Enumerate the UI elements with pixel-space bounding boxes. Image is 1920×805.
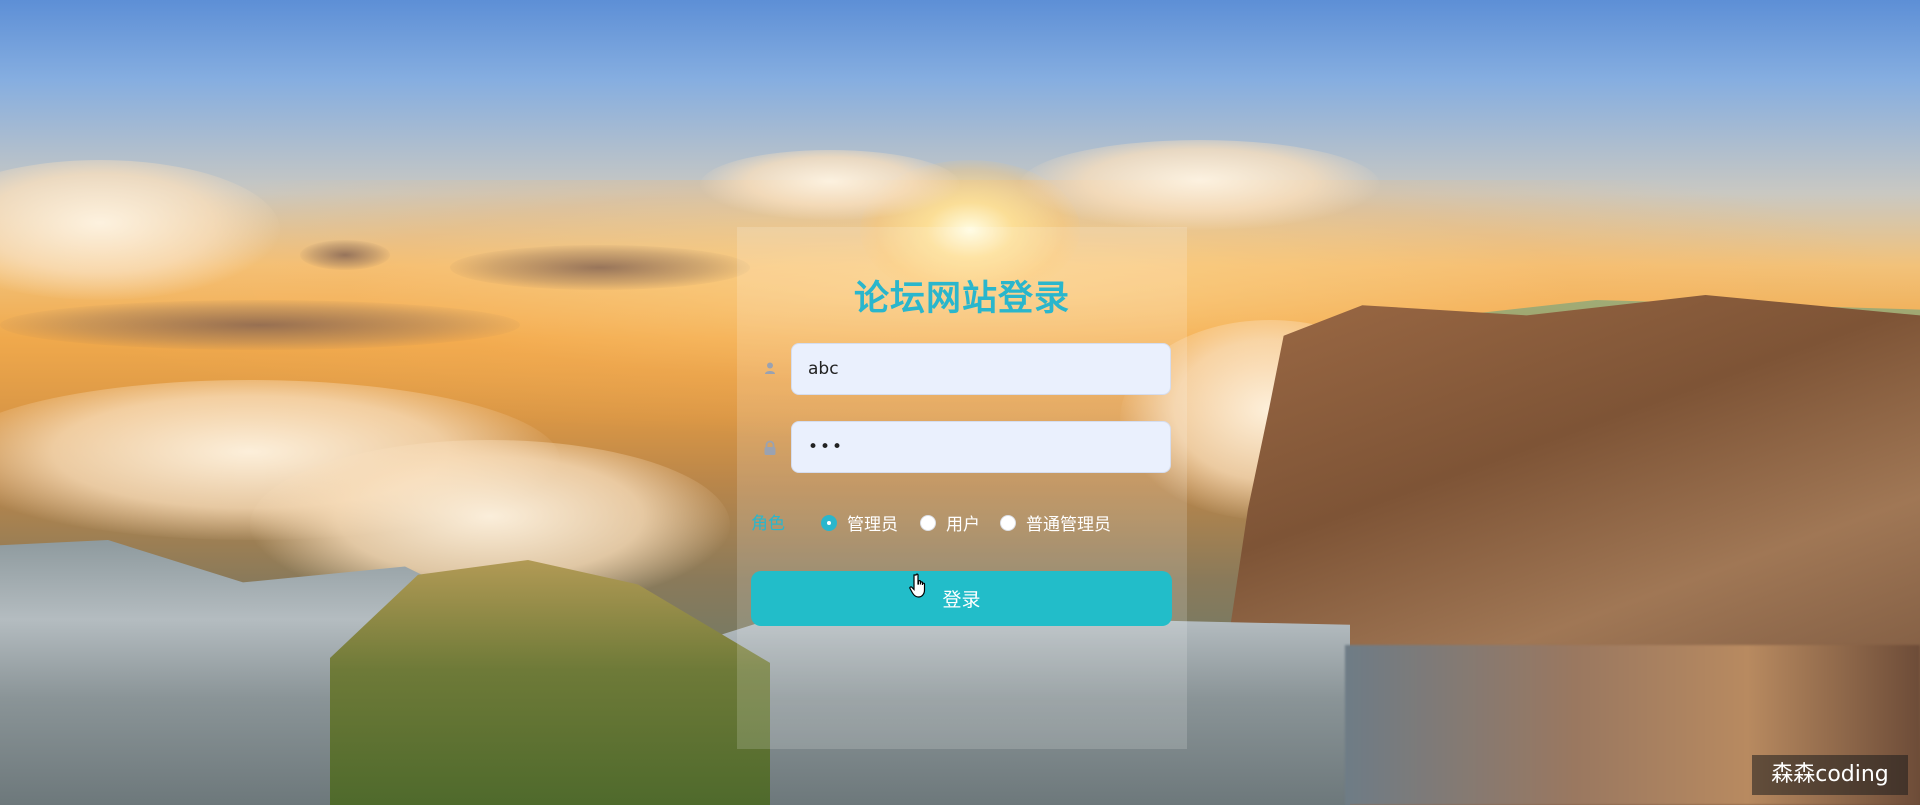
role-option-label: 管理员: [847, 515, 898, 535]
role-label: 角色: [751, 514, 785, 534]
radio-checked-icon: [821, 514, 837, 531]
role-radio-moderator[interactable]: 普通管理员: [1000, 510, 1111, 535]
password-input[interactable]: [791, 421, 1171, 473]
role-radio-user[interactable]: 用户: [920, 510, 980, 535]
role-option-label: 普通管理员: [1026, 515, 1111, 535]
hand-cursor-icon: [908, 573, 928, 599]
username-input[interactable]: [791, 343, 1171, 395]
user-icon: [762, 361, 778, 377]
login-title: 论坛网站登录: [853, 279, 1070, 319]
lock-icon: [762, 440, 778, 456]
role-radio-admin[interactable]: 管理员: [821, 510, 898, 535]
radio-unchecked-icon: [920, 514, 936, 531]
radio-unchecked-icon: [1000, 514, 1016, 531]
login-button[interactable]: 登录: [751, 571, 1172, 626]
watermark: 森森coding: [1752, 755, 1908, 795]
role-option-label: 用户: [946, 515, 980, 535]
